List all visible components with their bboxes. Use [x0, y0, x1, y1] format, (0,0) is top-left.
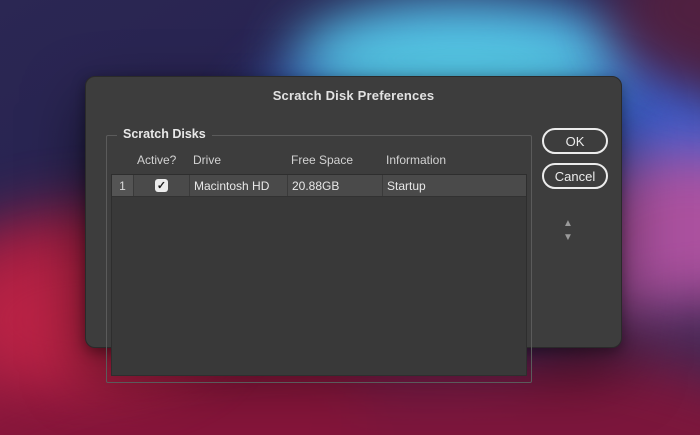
active-checkbox[interactable]: ✓: [155, 179, 168, 192]
free-space-cell: 20.88GB: [288, 175, 383, 196]
column-header-free-space: Free Space: [291, 153, 354, 167]
down-arrow-icon[interactable]: ▼: [563, 233, 573, 243]
scratch-disks-group: Scratch Disks Active? Drive Free Space I…: [106, 127, 532, 383]
drive-cell: Macintosh HD: [190, 175, 288, 196]
up-arrow-icon[interactable]: ▲: [563, 219, 573, 229]
cancel-button[interactable]: Cancel: [542, 163, 608, 189]
table-header: Active? Drive Free Space Information: [111, 152, 527, 168]
row-order-controls: ▲ ▼: [560, 219, 576, 243]
dialog-title: Scratch Disk Preferences: [272, 88, 435, 103]
column-header-information: Information: [386, 153, 447, 167]
column-header-drive: Drive: [193, 153, 222, 167]
table-row[interactable]: 1 ✓ Macintosh HD 20.88GB Startup: [112, 175, 526, 197]
information-cell: Startup: [387, 178, 426, 193]
column-header-active: Active?: [137, 153, 177, 167]
active-cell: ✓: [134, 175, 190, 196]
group-label: Scratch Disks: [117, 127, 212, 141]
scratch-disk-preferences-dialog: Scratch Disk Preferences Scratch Disks A…: [85, 76, 622, 383]
scratch-disk-table: 1 ✓ Macintosh HD 20.88GB Startup: [111, 174, 527, 376]
row-index: 1: [112, 175, 134, 196]
checkmark-icon: ✓: [156, 180, 167, 192]
ok-button[interactable]: OK: [542, 128, 608, 154]
